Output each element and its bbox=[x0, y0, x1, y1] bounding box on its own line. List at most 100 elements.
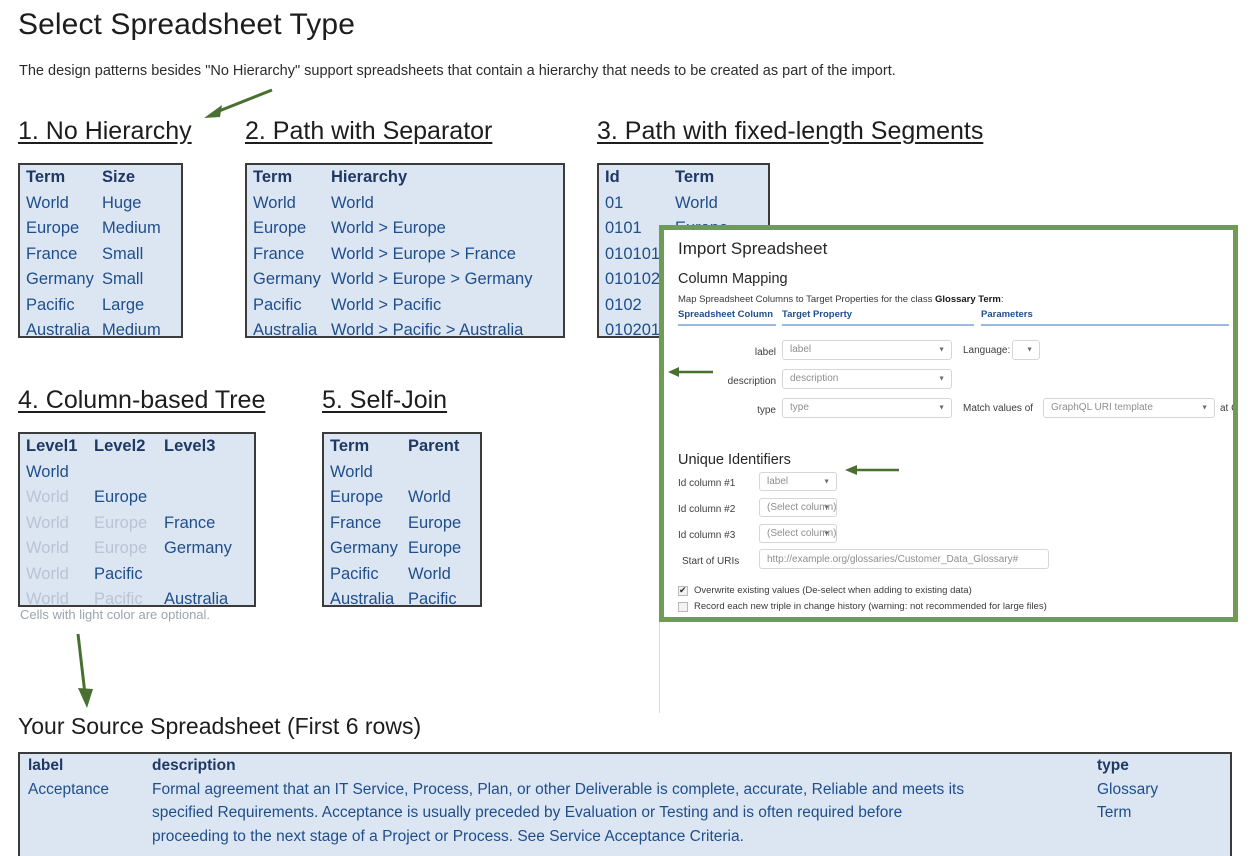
id-column-1-label: Id column #1 bbox=[678, 478, 735, 489]
cell: Pacific bbox=[247, 293, 325, 319]
id-column-2-select[interactable]: (Select column) ▼ bbox=[759, 498, 837, 517]
cell: World > Pacific > Australia bbox=[325, 318, 563, 344]
cell: Europe bbox=[88, 485, 158, 511]
chevron-down-icon: ▼ bbox=[823, 504, 830, 511]
table-row: Australia World > Pacific > Australia bbox=[247, 318, 563, 344]
checkbox-icon-unchecked[interactable] bbox=[678, 602, 688, 612]
cell: World bbox=[325, 191, 563, 217]
cell: Pacific bbox=[402, 587, 480, 613]
chevron-down-icon: ▼ bbox=[1201, 405, 1208, 412]
arrow-icon-to-description-row bbox=[665, 364, 715, 380]
cell: Pacific bbox=[20, 293, 96, 319]
cell: Europe bbox=[402, 511, 480, 537]
cell: World bbox=[20, 511, 88, 537]
example-table-no-hierarchy: Term Size World Huge Europe Medium Franc… bbox=[18, 163, 183, 338]
select-value: label bbox=[790, 345, 811, 355]
column-header: Id bbox=[599, 165, 669, 191]
cell: Europe bbox=[247, 216, 325, 242]
column-mapping-class-name: Glossary Term bbox=[935, 294, 1001, 305]
arrow-icon-to-no-hierarchy bbox=[196, 86, 276, 126]
column-rule bbox=[782, 324, 974, 326]
table-row: Europe Medium bbox=[20, 216, 181, 242]
option-overwrite-existing-values[interactable]: Overwrite existing values (De-select whe… bbox=[678, 585, 972, 596]
cell: Europe bbox=[20, 216, 96, 242]
select-value: type bbox=[790, 403, 809, 413]
cell: World bbox=[20, 536, 88, 562]
source-spreadsheet-table: label description type Acceptance Formal… bbox=[18, 752, 1232, 856]
cell: Australia bbox=[247, 318, 325, 344]
cell bbox=[158, 485, 254, 511]
target-property-select-type[interactable]: type ▼ bbox=[782, 398, 952, 418]
mapping-row-label-name: label bbox=[709, 347, 776, 358]
cell: World > Europe bbox=[325, 216, 563, 242]
column-mapping-description-after: : bbox=[1001, 294, 1004, 305]
target-property-select-label[interactable]: label ▼ bbox=[782, 340, 952, 360]
table-row: France Europe bbox=[324, 511, 480, 537]
column-header-target-property: Target Property bbox=[782, 309, 852, 320]
optional-cells-note: Cells with light color are optional. bbox=[20, 607, 210, 622]
example-table-column-tree: Level1 Level2 Level3 World World Europe … bbox=[18, 432, 256, 607]
table-header-row: Term Size bbox=[20, 165, 181, 191]
source-spreadsheet-title: Your Source Spreadsheet (First 6 rows) bbox=[18, 713, 421, 740]
cell: Germany bbox=[324, 536, 402, 562]
column-rule bbox=[981, 324, 1229, 326]
cell: World bbox=[669, 191, 764, 217]
start-of-uris-input[interactable]: http://example.org/glossaries/Customer_D… bbox=[759, 549, 1049, 569]
type-line: Term bbox=[1097, 801, 1227, 825]
option-label: Record each new triple in change history… bbox=[694, 601, 1047, 612]
cell: Australia bbox=[20, 318, 96, 344]
cell: Medium bbox=[96, 318, 181, 344]
cell: World bbox=[20, 191, 96, 217]
cell: World > Europe > Germany bbox=[325, 267, 563, 293]
description-line: specified Requirements. Acceptance is us… bbox=[152, 801, 1097, 825]
cell: Large bbox=[96, 293, 181, 319]
table-row: World bbox=[324, 460, 480, 486]
checkbox-icon-checked[interactable] bbox=[678, 586, 688, 596]
table-row: World Pacific bbox=[20, 562, 254, 588]
cell: Huge bbox=[96, 191, 181, 217]
cell: World bbox=[247, 191, 325, 217]
page-subtitle: The design patterns besides "No Hierarch… bbox=[19, 63, 896, 79]
unique-identifiers-heading: Unique Identifiers bbox=[678, 452, 791, 468]
language-select[interactable]: ▼ bbox=[1012, 340, 1040, 360]
pattern-heading-no-hierarchy: 1. No Hierarchy bbox=[18, 117, 192, 146]
id-column-3-select[interactable]: (Select column) ▼ bbox=[759, 524, 837, 543]
option-label: Overwrite existing values (De-select whe… bbox=[694, 585, 972, 596]
pattern-heading-self-join: 5. Self-Join bbox=[322, 386, 447, 415]
param-match-values-label: Match values of bbox=[963, 403, 1033, 414]
table-row: Germany Small bbox=[20, 267, 181, 293]
cell: Europe bbox=[402, 536, 480, 562]
pattern-heading-path-separator: 2. Path with Separator bbox=[245, 117, 492, 146]
table-row: Pacific World bbox=[324, 562, 480, 588]
cell: Small bbox=[96, 242, 181, 268]
table-row: Europe World > Europe bbox=[247, 216, 563, 242]
cell-type: Glossary Term bbox=[1097, 778, 1227, 849]
select-value: GraphQL URI template bbox=[1051, 403, 1153, 413]
import-spreadsheet-dialog: Import Spreadsheet Column Mapping Map Sp… bbox=[659, 225, 1238, 622]
cell: France bbox=[20, 242, 96, 268]
table-row: Germany World > Europe > Germany bbox=[247, 267, 563, 293]
select-value: description bbox=[790, 374, 838, 384]
match-values-uri-template-select[interactable]: GraphQL URI template ▼ bbox=[1043, 398, 1215, 418]
column-mapping-description: Map Spreadsheet Columns to Target Proper… bbox=[678, 294, 1003, 305]
cell: Australia bbox=[324, 587, 402, 613]
table-row: World World bbox=[247, 191, 563, 217]
column-header: Parent bbox=[402, 434, 480, 460]
mapping-row-type-name: type bbox=[709, 405, 776, 416]
column-mapping-heading: Column Mapping bbox=[678, 271, 788, 287]
id-column-3-label: Id column #3 bbox=[678, 530, 735, 541]
cell: World bbox=[402, 562, 480, 588]
cell: Europe bbox=[88, 536, 158, 562]
id-column-1-select[interactable]: label ▼ bbox=[759, 472, 837, 491]
column-header-parameters: Parameters bbox=[981, 309, 1033, 320]
target-property-select-description[interactable]: description ▼ bbox=[782, 369, 952, 389]
table-header-row: label description type bbox=[20, 754, 1230, 778]
table-row: World Huge bbox=[20, 191, 181, 217]
table-row: France World > Europe > France bbox=[247, 242, 563, 268]
option-record-change-history[interactable]: Record each new triple in change history… bbox=[678, 601, 1047, 612]
description-line: proceeding to the next stage of a Projec… bbox=[152, 825, 1097, 849]
column-rule bbox=[678, 324, 776, 326]
cell: Europe bbox=[88, 511, 158, 537]
cell: World bbox=[402, 485, 480, 511]
chevron-down-icon: ▼ bbox=[823, 530, 830, 537]
